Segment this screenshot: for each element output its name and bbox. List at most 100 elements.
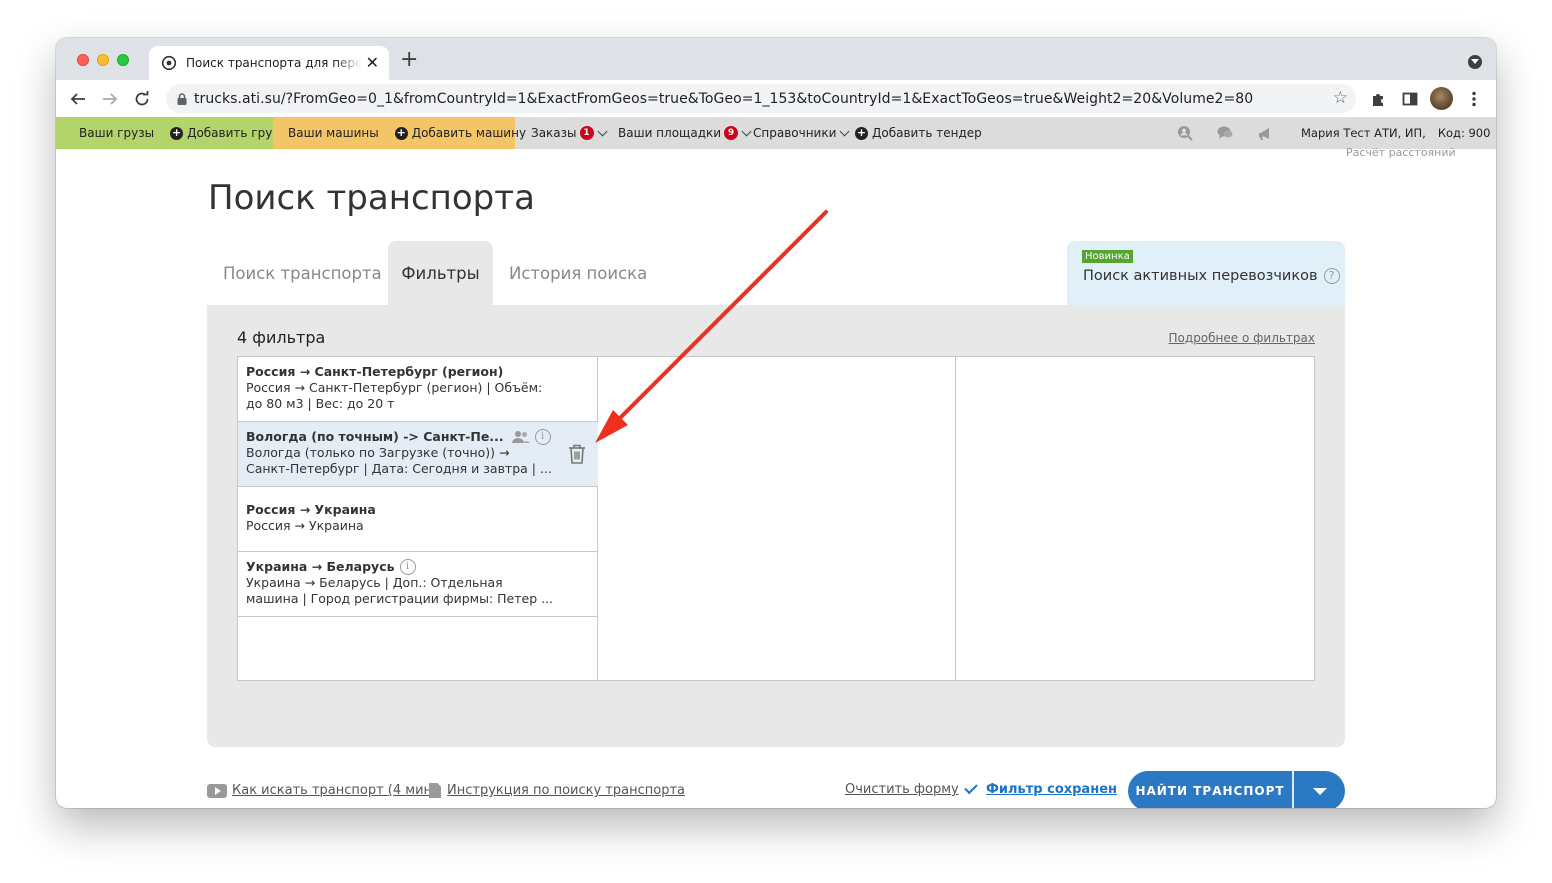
orders-menu[interactable]: Заказы 1 [531,117,607,149]
add-tender-button[interactable]: + Добавить тендер [855,117,982,149]
tab-filters[interactable]: Фильтры [388,241,493,305]
reload-button[interactable] [131,88,153,110]
lock-icon [177,92,187,105]
close-window-button[interactable] [77,54,89,66]
minimize-window-button[interactable] [97,54,109,66]
extensions-puzzle-icon[interactable] [1368,89,1388,109]
cargo-section: Ваши грузы + Добавить груз [56,117,279,149]
tab-transport-search[interactable]: Поиск транспорта [223,241,382,305]
back-button[interactable] [67,88,89,110]
site-favicon-icon [161,55,177,71]
address-bar[interactable]: trucks.ati.su/?FromGeo=0_1&fromCountryId… [166,84,1356,113]
filter-saved-link[interactable]: Фильтр сохранен [964,780,1117,797]
page-title: Поиск транспорта [208,178,535,218]
reload-icon [135,91,149,106]
browser-window: Поиск транспорта для перевозки ✕ + truck… [56,38,1496,808]
chevron-down-icon [839,126,850,136]
question-icon[interactable]: ? [1323,268,1340,284]
references-menu[interactable]: Справочники [753,117,850,149]
clear-form-link[interactable]: Очистить форму [845,782,959,797]
tab-search-history[interactable]: История поиска [509,241,647,305]
maximize-window-button[interactable] [117,54,129,66]
platforms-menu[interactable]: Ваши площадки 9 [618,117,752,149]
filter-title: Россия → Украина [246,502,376,517]
filter-saved-label: Фильтр сохранен [986,782,1117,797]
info-icon[interactable]: i [534,429,551,445]
plus-icon: + [855,125,868,140]
side-panel-icon[interactable] [1400,89,1420,109]
add-tender-label: Добавить тендер [872,126,982,140]
add-truck-label: Добавить машину [411,126,527,140]
orders-label: Заказы [531,126,577,140]
orders-count-badge: 1 [579,126,594,140]
filter-title-row: Вологда (по точным) -> Санкт-Пе... i [246,429,590,445]
filters-panel: 4 фильтра Подробнее о фильтрах Россия → … [207,305,1345,747]
profile-avatar[interactable] [1430,87,1453,110]
references-label: Справочники [753,126,837,140]
column-divider [955,357,956,680]
filter-desc-line: до 80 м3 | Вес: до 20 т [246,396,395,411]
plus-icon: + [394,125,408,140]
filter-item[interactable]: Россия → Украина Россия → Украина [238,487,598,552]
promo-label: Поиск активных перевозчиков [1083,268,1318,284]
add-cargo-button[interactable]: + Добавить груз [170,126,279,140]
find-transport-button[interactable]: НАЙТИ ТРАНСПОРТ [1128,771,1292,808]
filter-desc-line: машина | Город регистрации фирмы: Петер … [246,591,554,606]
filter-item-selected[interactable]: Вологда (по точным) -> Санкт-Пе... i Вол… [238,422,598,487]
chevron-down-icon [741,126,752,136]
add-truck-button[interactable]: + Добавить машину [394,125,527,140]
instruction-link[interactable]: Инструкция по поиску транспорта [429,783,685,798]
find-options-dropdown[interactable] [1294,771,1345,808]
platforms-label: Ваши площадки [618,126,722,140]
browser-toolbar: trucks.ati.su/?FromGeo=0_1&fromCountryId… [56,80,1496,117]
find-transport-split-button: НАЙТИ ТРАНСПОРТ [1128,771,1345,808]
filters-grid: Россия → Санкт-Петербург (регион) Россия… [237,356,1315,681]
video-guide-link[interactable]: Как искать транспорт (4 мин) [207,783,437,798]
filter-item[interactable]: Украина → Беларусь i Украина → Беларусь … [238,552,598,617]
new-tab-button[interactable]: + [400,49,418,71]
tab-title: Поиск транспорта для перевозки [186,56,361,70]
caret-down-icon [1312,787,1327,795]
add-cargo-label: Добавить груз [187,126,279,140]
checkmark-icon [964,780,978,795]
site-top-bar: Ваши грузы + Добавить груз Ваши машины +… [56,117,1496,149]
back-arrow-icon [70,93,85,105]
filters-count: 4 фильтра [237,328,326,347]
video-icon [207,783,227,798]
your-cargo-link[interactable]: Ваши грузы [79,126,154,140]
user-code: Код: 900 [1437,126,1491,140]
bookmark-star-icon[interactable]: ☆ [1333,89,1348,107]
info-icon[interactable]: i [399,559,416,575]
user-account[interactable]: Мария Тест АТИ, ИП, Код: 900 [1301,117,1490,149]
notifications-icon[interactable] [1257,125,1273,141]
trucks-section: Ваши машины + Добавить машину [273,117,526,149]
shared-users-icon [511,430,530,444]
tab-search-button[interactable] [1468,55,1482,69]
button-divider [1292,771,1294,808]
filter-desc-line: Россия → Украина [246,518,364,533]
close-tab-icon[interactable]: ✕ [366,55,379,71]
new-badge: Новинка [1082,250,1133,263]
browser-menu-icon[interactable] [1464,89,1484,109]
trash-icon[interactable] [568,444,586,464]
browser-tab[interactable]: Поиск транспорта для перевозки ✕ [149,46,389,80]
video-guide-label: Как искать транспорт (4 мин) [232,783,438,798]
url-text: trucks.ati.su/?FromGeo=0_1&fromCountryId… [194,90,1254,107]
filter-desc-line: Россия → Санкт-Петербург (регион) | Объё… [246,380,543,395]
tab-strip: Поиск транспорта для перевозки ✕ + [56,38,1496,80]
platforms-count-badge: 9 [724,126,739,140]
filter-desc-line: Санкт-Петербург | Дата: Сегодня и завтра… [246,461,552,476]
filter-title: Россия → Санкт-Петербург (регион) [246,364,504,379]
instruction-label: Инструкция по поиску транспорта [447,783,685,798]
search-user-icon[interactable] [1177,125,1193,141]
chat-icon[interactable] [1217,125,1233,141]
forward-button[interactable] [99,88,121,110]
more-about-filters-link[interactable]: Подробнее о фильтрах [1169,331,1315,345]
filter-item[interactable]: Россия → Санкт-Петербург (регион) Россия… [238,357,598,422]
user-name: Мария Тест АТИ, ИП, [1301,126,1426,140]
your-trucks-link[interactable]: Ваши машины [288,126,379,140]
plus-icon: + [170,125,184,140]
active-carriers-promo[interactable]: Новинка Поиск активных перевозчиков ? [1067,241,1345,305]
filter-title: Украина → Беларусь [246,559,395,574]
distance-calc-link[interactable]: Расчёт расстояний [1346,146,1456,159]
